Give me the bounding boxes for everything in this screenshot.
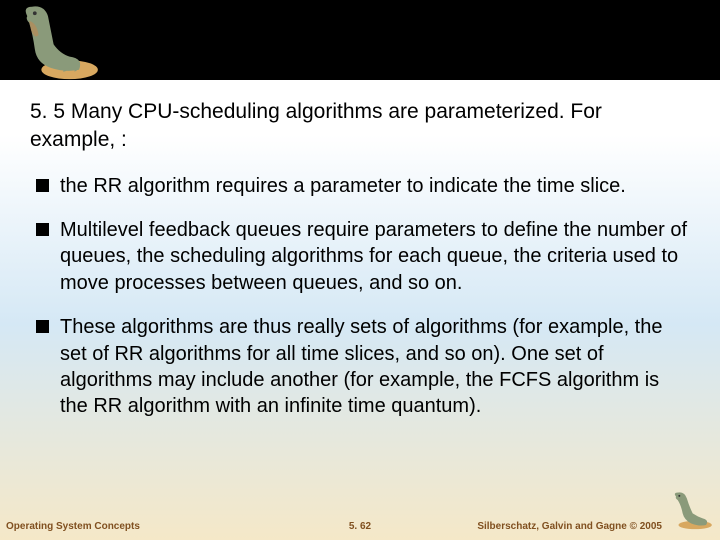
- dinosaur-top-icon: [8, 2, 103, 82]
- footer-copyright: Silberschatz, Galvin and Gagne © 2005: [477, 521, 662, 532]
- dinosaur-bottom-icon: [666, 490, 716, 530]
- bullet-item: Multilevel feedback queues require param…: [30, 217, 690, 296]
- bullet-list: the RR algorithm requires a parameter to…: [30, 173, 690, 420]
- footer-left-text: Operating System Concepts: [6, 521, 140, 532]
- slide: 5. 5 Many CPU-scheduling algorithms are …: [0, 0, 720, 540]
- footer: Operating System Concepts 5. 62 Silbersc…: [0, 512, 720, 534]
- bullet-item: These algorithms are thus really sets of…: [30, 314, 690, 420]
- footer-page-number: 5. 62: [349, 521, 371, 532]
- header-bar: [0, 0, 720, 80]
- slide-heading: 5. 5 Many CPU-scheduling algorithms are …: [30, 98, 690, 155]
- bullet-item: the RR algorithm requires a parameter to…: [30, 173, 690, 199]
- content-area: 5. 5 Many CPU-scheduling algorithms are …: [0, 80, 720, 420]
